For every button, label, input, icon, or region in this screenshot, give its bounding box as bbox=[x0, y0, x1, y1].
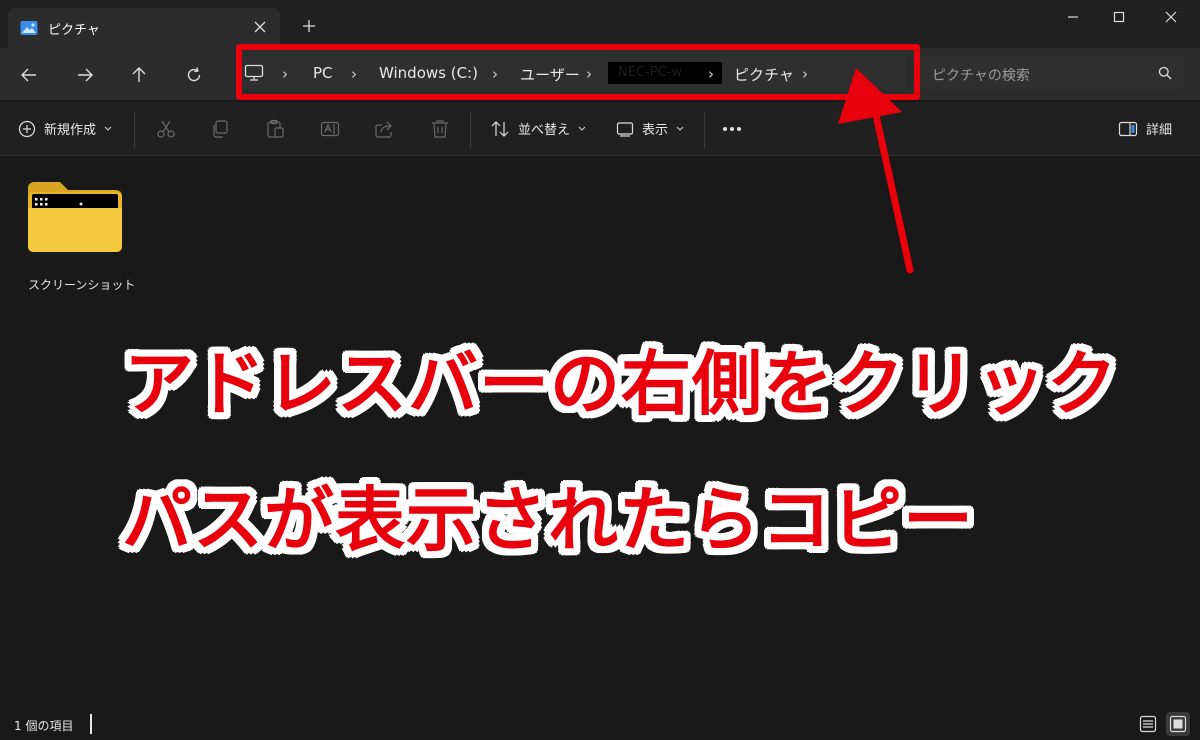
command-bar: 新規作成 並べ替え 表示 詳細 bbox=[0, 102, 1200, 156]
details-label: 詳細 bbox=[1146, 123, 1173, 138]
share-icon[interactable] bbox=[374, 119, 394, 139]
details-view-icon bbox=[1139, 715, 1157, 733]
title-bar: ピクチャ bbox=[0, 0, 1200, 48]
search-box[interactable]: ピクチャの検索 bbox=[920, 56, 1184, 90]
tab-title: ピクチャ bbox=[48, 23, 100, 38]
cut-icon[interactable] bbox=[156, 119, 176, 139]
view-button[interactable]: 表示 bbox=[616, 119, 684, 138]
view-icon bbox=[616, 121, 634, 137]
folder-icon bbox=[26, 178, 126, 258]
instruction-line-1: アドレスバーの右側をクリック bbox=[124, 343, 1118, 425]
search-icon[interactable] bbox=[1158, 66, 1172, 80]
status-divider bbox=[90, 714, 92, 734]
status-bar: 1 個の項目 bbox=[0, 708, 1200, 740]
tab-pictures[interactable]: ピクチャ bbox=[8, 8, 280, 48]
view-label: 表示 bbox=[642, 123, 669, 138]
more-options-icon[interactable] bbox=[722, 126, 742, 132]
toolbar-divider bbox=[704, 112, 705, 148]
sort-button[interactable]: 並べ替え bbox=[490, 119, 586, 138]
search-input[interactable]: ピクチャの検索 bbox=[932, 65, 1030, 85]
folder-item-screenshots[interactable] bbox=[26, 178, 126, 258]
new-button[interactable]: 新規作成 bbox=[18, 119, 112, 138]
annotation-arrow bbox=[838, 68, 914, 274]
toolbar-divider bbox=[470, 112, 471, 148]
large-icons-view-button[interactable] bbox=[1166, 712, 1190, 736]
rename-icon[interactable] bbox=[320, 119, 340, 139]
details-pane-icon bbox=[1118, 121, 1138, 137]
details-button[interactable]: 詳細 bbox=[1118, 119, 1172, 138]
pictures-folder-icon bbox=[20, 20, 38, 36]
large-icons-view-icon bbox=[1169, 715, 1187, 733]
forward-button[interactable] bbox=[72, 62, 98, 88]
new-button-label: 新規作成 bbox=[44, 123, 97, 138]
maximize-button[interactable] bbox=[1096, 0, 1142, 34]
refresh-button[interactable] bbox=[181, 62, 207, 88]
item-count: 1 個の項目 bbox=[14, 719, 74, 733]
sort-label: 並べ替え bbox=[518, 123, 571, 138]
new-tab-icon[interactable] bbox=[302, 19, 316, 33]
close-tab-icon[interactable] bbox=[254, 21, 266, 33]
folder-name: スクリーンショット bbox=[28, 278, 136, 292]
paste-icon[interactable] bbox=[265, 119, 285, 139]
minimize-button[interactable] bbox=[1050, 0, 1096, 34]
chevron-down-icon bbox=[104, 126, 112, 132]
close-window-button[interactable] bbox=[1148, 0, 1194, 34]
toolbar-divider bbox=[134, 112, 135, 148]
up-button[interactable] bbox=[126, 62, 152, 88]
delete-icon[interactable] bbox=[430, 119, 450, 139]
sort-icon bbox=[490, 120, 510, 138]
details-view-button[interactable] bbox=[1136, 712, 1160, 736]
instruction-line-2: パスが表示されたらコピー bbox=[122, 479, 974, 561]
copy-icon[interactable] bbox=[210, 119, 230, 139]
chevron-down-icon bbox=[676, 126, 684, 132]
plus-circle-icon bbox=[18, 120, 36, 138]
chevron-down-icon bbox=[578, 126, 586, 132]
address-bar-highlight bbox=[236, 44, 920, 100]
back-button[interactable] bbox=[16, 62, 42, 88]
